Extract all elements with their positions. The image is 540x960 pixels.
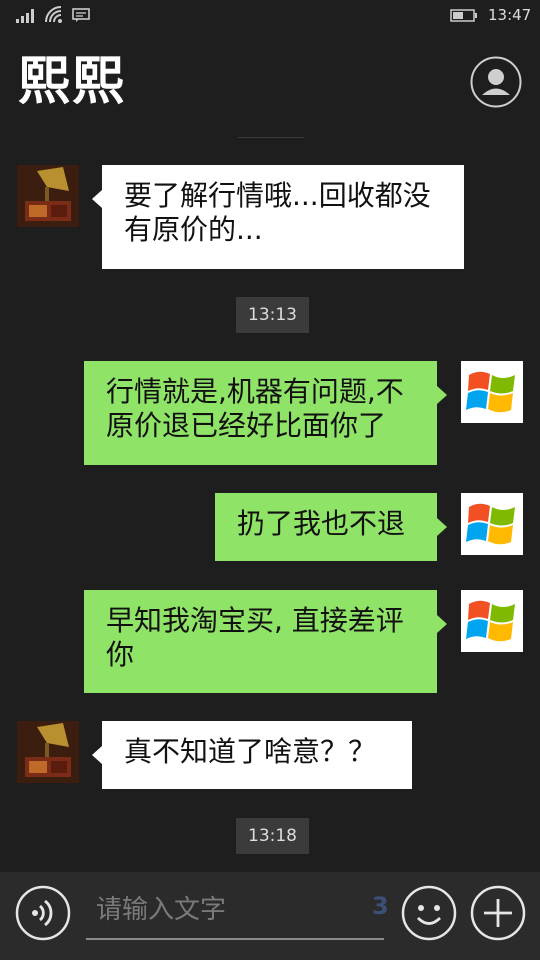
profile-button[interactable] [470, 56, 522, 108]
user-avatar[interactable] [461, 361, 523, 423]
user-avatar[interactable] [461, 493, 523, 555]
wifi-icon [45, 6, 62, 23]
timestamp: 13:13 [236, 297, 309, 333]
page-title: 熙熙 [18, 52, 127, 112]
message-bubble[interactable]: 扔了我也不退 [215, 493, 447, 561]
add-button[interactable] [470, 885, 526, 941]
windows-logo-icon [461, 493, 523, 555]
message-icon [72, 8, 90, 22]
emoji-icon [418, 905, 424, 911]
user-avatar[interactable] [461, 590, 523, 652]
message-bubble[interactable]: 真不知道了啥意？？ [92, 721, 412, 789]
watermark: 3 [372, 892, 390, 920]
message-bubble[interactable]: 行情就是,机器有问题,不原价退已经好比面你了 [84, 361, 447, 465]
signal-icon [16, 9, 34, 23]
message-bubble[interactable]: 要了解行情哦...回收都没有原价的... [92, 165, 464, 269]
header-divider [238, 137, 304, 138]
windows-logo-icon [461, 590, 523, 652]
person-icon [488, 69, 504, 85]
timestamp: 13:18 [236, 818, 309, 854]
emoji-button[interactable] [401, 885, 457, 941]
voice-button[interactable] [15, 885, 71, 941]
status-time: 13:47 [488, 6, 532, 24]
status-bar: 13:47 [0, 0, 540, 32]
battery-icon [450, 9, 477, 22]
message-input[interactable]: 请输入文字 [86, 884, 384, 940]
windows-logo-icon [461, 361, 523, 423]
input-bar: 请输入文字 3 [0, 872, 540, 960]
voice-icon [32, 910, 38, 916]
contact-avatar[interactable] [17, 721, 79, 783]
message-bubble[interactable]: 早知我淘宝买, 直接差评你 [84, 590, 447, 693]
contact-avatar[interactable] [17, 165, 79, 227]
